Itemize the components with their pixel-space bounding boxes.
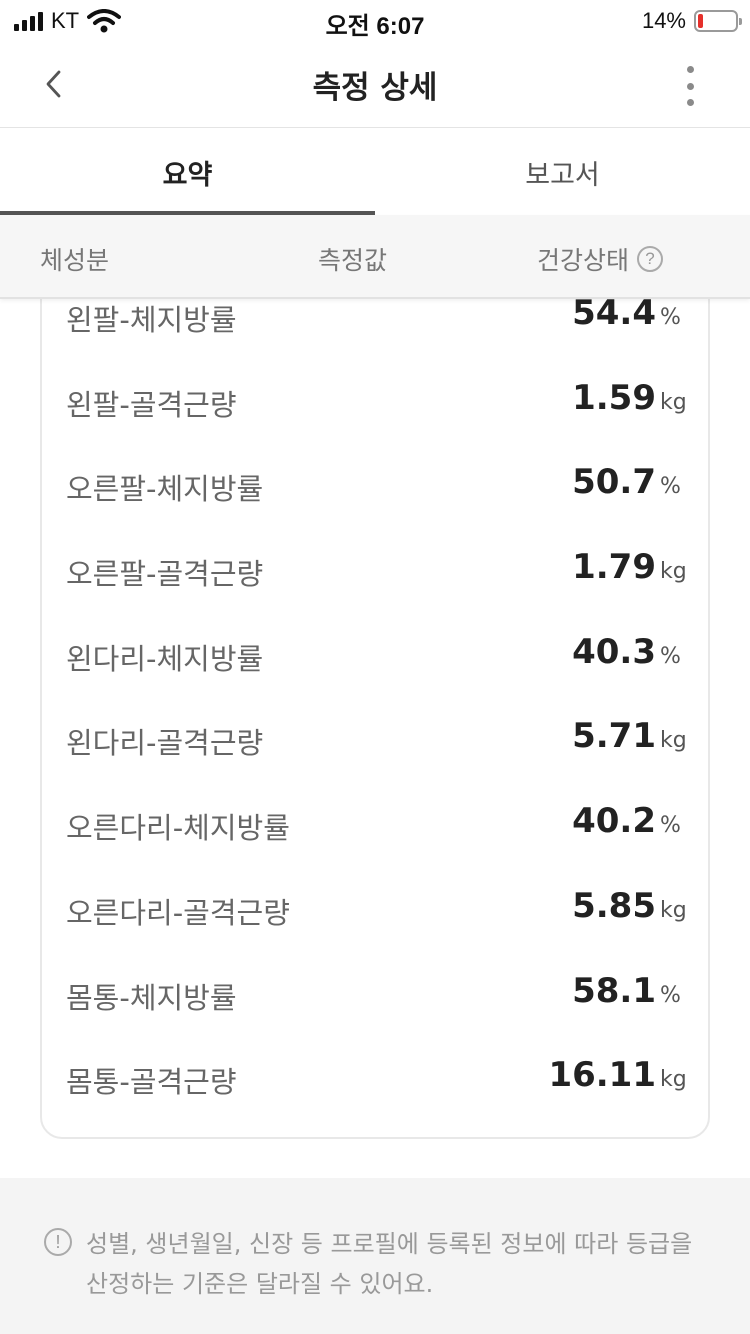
measurement-number: 58.1 (572, 970, 656, 1011)
column-value: 측정값 (318, 246, 388, 275)
measurement-value: 1.59 kg (572, 377, 687, 418)
measurement-value: 58.1% (572, 971, 686, 1011)
tab-summary[interactable]: 요약 (0, 129, 375, 215)
battery-icon (694, 10, 742, 32)
measurement-value: 16.11 kg (548, 1055, 686, 1095)
more-options-button[interactable] (674, 64, 706, 108)
measurement-row[interactable]: 왼다리-골격근량 5.71 kg (0, 698, 750, 783)
measurement-unit: kg (660, 897, 687, 923)
measurement-unit: % (660, 474, 681, 500)
column-health-status-label: 건강상태 (537, 246, 630, 275)
battery-percent: 14% (641, 8, 686, 33)
page-title: 측정 상세 (312, 70, 438, 106)
info-note-text: 성별, 생년월일, 신장 등 프로필에 등록된 정보에 따라 등급을 산정하는 … (86, 1230, 693, 1298)
measurement-value: 50.7% (572, 462, 686, 502)
tab-report[interactable]: 보고서 (375, 129, 750, 215)
status-time: 오전 6:07 (325, 13, 425, 40)
measurement-number: 5.71 (572, 716, 656, 757)
measurement-value: 40.2% (572, 801, 686, 841)
measurement-unit: % (660, 643, 681, 669)
measurement-unit: % (660, 982, 681, 1008)
measurement-value: 54.4% (572, 293, 686, 333)
info-note: ! 성별, 생년월일, 신장 등 프로필에 등록된 정보에 따라 등급을 산정하… (0, 1178, 750, 1334)
measurement-row[interactable]: 몸통-체지방률 58.1% (0, 953, 750, 1038)
measurement-number: 1.79 (572, 547, 656, 588)
tab-bar: 요약 보고서 (0, 129, 750, 215)
column-health-status: 건강상태 ? (537, 241, 664, 277)
measurement-row[interactable]: 오른다리-골격근량 5.85 kg (0, 868, 750, 953)
measurement-row[interactable]: 몸통-골격근량 16.11 kg (0, 1037, 750, 1122)
measurement-label: 오른팔-체지방률 (66, 472, 264, 507)
measurement-value: 5.71 kg (572, 716, 687, 757)
measurement-number: 5.85 (572, 885, 656, 926)
status-right: 14% (641, 8, 742, 34)
info-circle-icon: ! (44, 1228, 72, 1256)
measurement-list: 왼팔-체지방률 54.4% 왼팔-골격근량 1.59 kg 오른팔-체지방률 50.7% 오른… (0, 275, 750, 1122)
measurement-label: 오른다리-골격근량 (66, 895, 290, 930)
measurement-number: 1.59 (572, 377, 656, 418)
measurement-row[interactable]: 왼팔-골격근량 1.59 kg (0, 360, 750, 445)
status-bar: KT 오전 6:07 14% (0, 0, 750, 40)
measurement-label: 몸통-체지방률 (66, 980, 237, 1015)
column-header: 체성분 측정값 건강상태 ? (0, 215, 750, 299)
battery-level (698, 14, 703, 28)
measurement-unit: kg (660, 559, 687, 585)
measurement-unit: kg (660, 1067, 687, 1093)
measurement-label: 오른다리-체지방률 (66, 811, 290, 846)
measurement-label: 왼팔-골격근량 (66, 387, 237, 422)
column-composition: 체성분 (40, 246, 110, 275)
measurement-unit: kg (660, 728, 687, 754)
measurement-label: 왼다리-골격근량 (66, 726, 264, 761)
measurement-unit: % (660, 813, 681, 839)
measurement-number: 40.3 (572, 631, 656, 672)
more-dot (686, 82, 694, 90)
measurement-row[interactable]: 왼다리-체지방률 40.3% (0, 614, 750, 699)
measurement-label: 왼팔-체지방률 (66, 303, 237, 337)
measurement-number: 50.7 (572, 462, 656, 503)
measurement-value: 5.85 kg (572, 885, 687, 926)
more-vertical-icon (686, 66, 694, 73)
measurement-number: 16.11 (548, 1055, 656, 1096)
measurement-label: 오른팔-골격근량 (66, 557, 264, 592)
more-dot (686, 99, 694, 106)
nav-header: 측정 상세 (0, 40, 750, 128)
measurement-row[interactable]: 오른다리-체지방률 40.2% (0, 783, 750, 868)
measurement-value: 40.3% (572, 632, 686, 672)
measurement-row[interactable]: 오른팔-골격근량 1.79 kg (0, 529, 750, 614)
measurement-number: 40.2 (572, 801, 656, 842)
measurement-label: 왼다리-체지방률 (66, 641, 264, 676)
measurement-unit: kg (660, 389, 687, 415)
measurement-row[interactable]: 오른팔-체지방률 50.7% (0, 444, 750, 529)
measurement-label: 몸통-골격근량 (66, 1065, 237, 1100)
question-circle-icon[interactable]: ? (637, 246, 664, 272)
measurement-unit: % (660, 305, 681, 330)
measurement-value: 1.79 kg (572, 547, 687, 588)
measurement-number: 54.4 (572, 293, 656, 333)
